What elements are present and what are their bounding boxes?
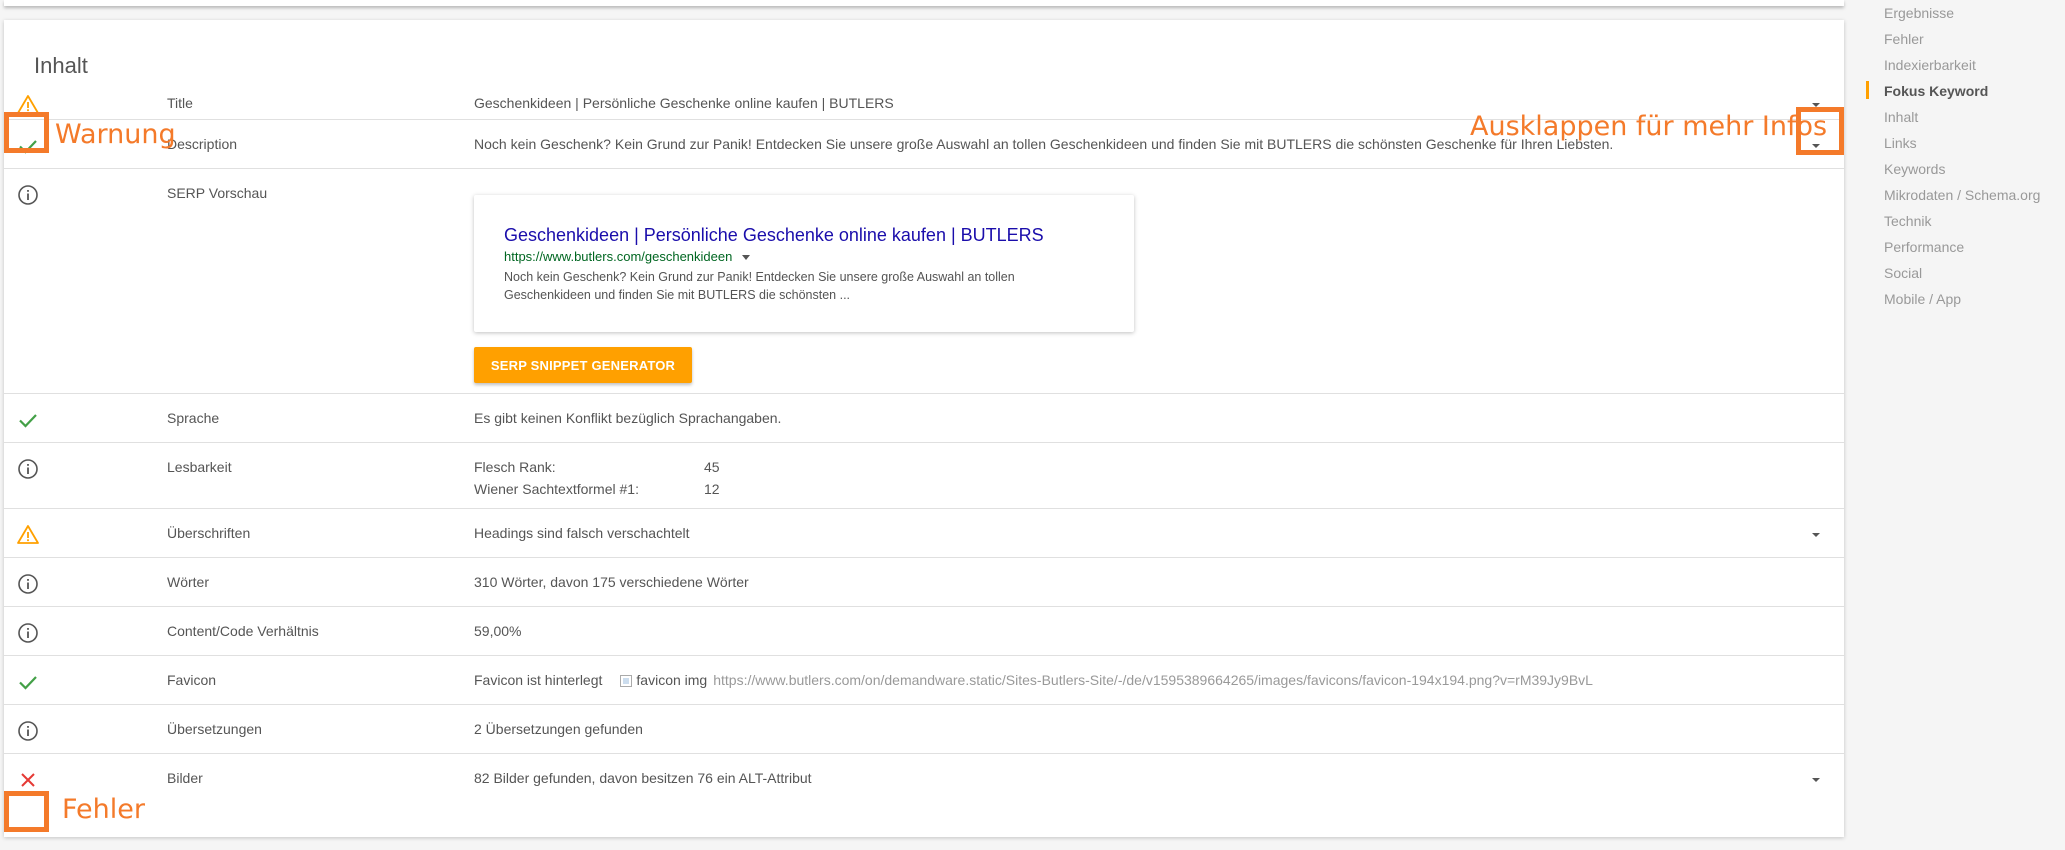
- sidebar-item-mikrodaten[interactable]: Mikrodaten / Schema.org: [1884, 187, 2040, 203]
- row-content-code-ratio: Content/Code Verhältnis 59,00%: [4, 607, 1844, 656]
- row-value: 2 Übersetzungen gefunden: [474, 721, 643, 737]
- row-label: SERP Vorschau: [167, 185, 268, 201]
- serp-url: https://www.butlers.com/geschenkideen: [504, 249, 751, 264]
- row-label: Description: [167, 136, 238, 152]
- annotation-warning-box: [4, 112, 49, 153]
- readability-key: Flesch Rank:: [474, 459, 556, 475]
- chevron-down-icon[interactable]: [1808, 772, 1824, 788]
- info-circle-icon: [16, 572, 40, 596]
- sidebar-item-inhalt[interactable]: Inhalt: [1884, 109, 1918, 125]
- sidebar-item-performance[interactable]: Performance: [1884, 239, 1964, 255]
- sidebar-item-keywords[interactable]: Keywords: [1884, 161, 1945, 177]
- row-label: Übersetzungen: [167, 721, 262, 737]
- row-label: Wörter: [167, 574, 209, 590]
- favicon-url[interactable]: https://www.butlers.com/on/demandware.st…: [713, 672, 1593, 688]
- row-value: 310 Wörter, davon 175 verschiedene Wörte…: [474, 574, 749, 590]
- annotation-expand-box: [1796, 107, 1844, 155]
- annotation-error-label: Fehler: [62, 794, 145, 825]
- sidebar-item-links[interactable]: Links: [1884, 135, 1917, 151]
- annotation-error-box: [4, 791, 49, 832]
- error-x-icon: [16, 768, 40, 792]
- content-card: Inhalt Title Geschenkideen | Persönliche…: [4, 20, 1844, 837]
- sidebar-item-mobile-app[interactable]: Mobile / App: [1884, 291, 1961, 307]
- caret-down-icon: [742, 255, 751, 261]
- row-label: Überschriften: [167, 525, 251, 541]
- row-label: Bilder: [167, 770, 203, 786]
- section-title: Inhalt: [34, 53, 88, 78]
- serp-title[interactable]: Geschenkideen | Persönliche Geschenke on…: [504, 225, 1044, 246]
- info-circle-icon: [16, 621, 40, 645]
- chevron-down-icon[interactable]: [1808, 527, 1824, 543]
- sidebar-item-social[interactable]: Social: [1884, 265, 1922, 281]
- row-translations: Übersetzungen 2 Übersetzungen gefunden: [4, 705, 1844, 754]
- sidebar-item-indexierbarkeit[interactable]: Indexierbarkeit: [1884, 57, 1976, 73]
- readability-value: 12: [704, 481, 720, 497]
- row-words: Wörter 310 Wörter, davon 175 verschieden…: [4, 558, 1844, 607]
- sidebar-item-fehler[interactable]: Fehler: [1884, 31, 1924, 47]
- sidebar-nav: Ergebnisse Fehler Indexierbarkeit Fokus …: [1866, 0, 2065, 850]
- readability-flesch: Flesch Rank: 45: [474, 459, 720, 475]
- row-favicon: Favicon Favicon ist hinterlegt favicon im…: [4, 656, 1844, 705]
- row-label: Title: [167, 95, 193, 111]
- info-circle-icon: [16, 457, 40, 481]
- sidebar-item-technik[interactable]: Technik: [1884, 213, 1931, 229]
- readability-value: 45: [704, 459, 720, 475]
- favicon-value: Favicon ist hinterlegt favicon img https:/…: [474, 672, 1593, 688]
- row-value: Noch kein Geschenk? Kein Grund zur Panik…: [474, 136, 1614, 152]
- favicon-status: Favicon ist hinterlegt: [474, 672, 603, 688]
- row-serp-preview: SERP Vorschau Geschenkideen | Persönlich…: [4, 169, 1844, 394]
- serp-snippet-generator-button[interactable]: SERP SNIPPET GENERATOR: [474, 347, 692, 383]
- sidebar-item-fokus-keyword[interactable]: Fokus Keyword: [1884, 83, 1988, 99]
- row-language: Sprache Es gibt keinen Konflikt bezüglic…: [4, 394, 1844, 443]
- info-circle-icon: [16, 183, 40, 207]
- favicon-img-alt: favicon img: [636, 672, 708, 688]
- row-value: Geschenkideen | Persönliche Geschenke on…: [474, 95, 894, 111]
- readability-wiener: Wiener Sachtextformel #1: 12: [474, 481, 720, 497]
- row-value: Headings sind falsch verschachtelt: [474, 525, 690, 541]
- row-label: Lesbarkeit: [167, 459, 232, 475]
- sidebar-active-marker: [1866, 81, 1869, 99]
- sidebar-item-ergebnisse[interactable]: Ergebnisse: [1884, 5, 1954, 21]
- row-headings[interactable]: Überschriften Headings sind falsch versc…: [4, 509, 1844, 558]
- row-value: Es gibt keinen Konflikt bezüglich Sprach…: [474, 410, 782, 426]
- row-images[interactable]: Bilder 82 Bilder gefunden, davon besitze…: [4, 754, 1844, 802]
- checkmark-icon: [16, 670, 40, 694]
- row-readability: Lesbarkeit Flesch Rank: 45 Wiener Sachtex…: [4, 443, 1844, 509]
- warning-triangle-icon: [16, 523, 40, 547]
- row-label: Favicon: [167, 672, 217, 688]
- annotation-warning-label: Warnung: [55, 119, 176, 150]
- checkmark-icon: [16, 408, 40, 432]
- row-value: 59,00%: [474, 623, 522, 639]
- broken-image-icon: [620, 675, 633, 687]
- row-value: 82 Bilder gefunden, davon besitzen 76 ei…: [474, 770, 812, 786]
- row-label: Content/Code Verhältnis: [167, 623, 319, 639]
- info-circle-icon: [16, 719, 40, 743]
- serp-preview-box: Geschenkideen | Persönliche Geschenke on…: [474, 195, 1134, 332]
- annotation-expand-label: Ausklappen für mehr Infos: [1470, 111, 1828, 142]
- readability-key: Wiener Sachtextformel #1:: [474, 481, 639, 497]
- serp-url-text: https://www.butlers.com/geschenkideen: [504, 249, 733, 264]
- row-label: Sprache: [167, 410, 220, 426]
- previous-card-edge: [4, 0, 1844, 6]
- serp-description: Noch kein Geschenk? Kein Grund zur Panik…: [504, 270, 1015, 302]
